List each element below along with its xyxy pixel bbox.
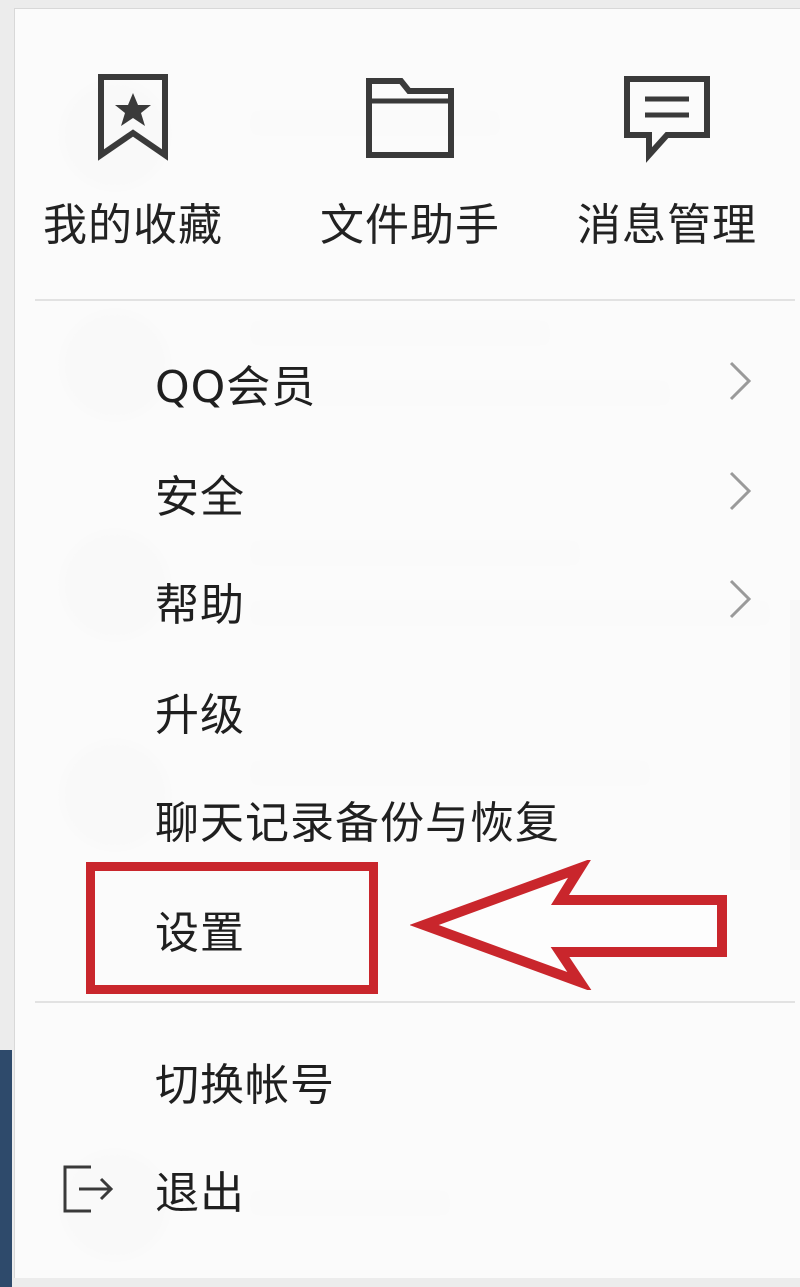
message-manager-label: 消息管理	[577, 200, 757, 251]
file-assistant-label: 文件助手	[320, 200, 500, 251]
settings-highlight-annotation	[86, 862, 378, 994]
menu-item-label: 帮助	[155, 580, 245, 631]
quick-actions: 我的收藏 文件助手 消息管理	[15, 9, 800, 299]
main-menu-popup: 我的收藏 文件助手 消息管理 QQ会员 安全 帮助 升级 聊天记录备份与恢复 设…	[14, 8, 800, 1278]
chevron-right-icon	[729, 361, 752, 401]
my-favorites-label: 我的收藏	[43, 200, 223, 251]
menu-item-chat-backup-restore[interactable]: 聊天记录备份与恢复	[15, 765, 800, 865]
menu-item-label: 退出	[155, 1168, 245, 1219]
pointer-arrow-annotation	[410, 860, 727, 990]
menu-item-label: QQ会员	[155, 362, 317, 413]
menu-item-label: 安全	[155, 472, 245, 523]
menu-item-label: 聊天记录备份与恢复	[155, 798, 560, 849]
menu-item-label: 升级	[155, 690, 245, 741]
window-edge	[0, 1050, 12, 1287]
menu-item-security[interactable]: 安全	[15, 439, 800, 539]
menu-item-switch-account[interactable]: 切换帐号	[15, 1027, 800, 1127]
my-favorites-button[interactable]: 我的收藏	[23, 71, 243, 261]
message-icon	[624, 76, 710, 163]
file-assistant-button[interactable]: 文件助手	[300, 71, 520, 261]
divider	[35, 299, 795, 301]
exit-icon	[63, 1165, 114, 1213]
chevron-right-icon	[729, 471, 752, 511]
menu-item-upgrade[interactable]: 升级	[15, 657, 800, 757]
folder-icon	[366, 78, 454, 158]
message-manager-button[interactable]: 消息管理	[557, 71, 777, 261]
divider	[35, 1001, 795, 1003]
menu-item-qq-vip[interactable]: QQ会员	[15, 329, 800, 429]
bookmark-star-icon	[98, 74, 168, 161]
menu-item-label: 切换帐号	[155, 1060, 335, 1111]
menu-item-help[interactable]: 帮助	[15, 547, 800, 647]
chevron-right-icon	[729, 579, 752, 619]
menu-item-exit[interactable]: 退出	[15, 1135, 800, 1235]
